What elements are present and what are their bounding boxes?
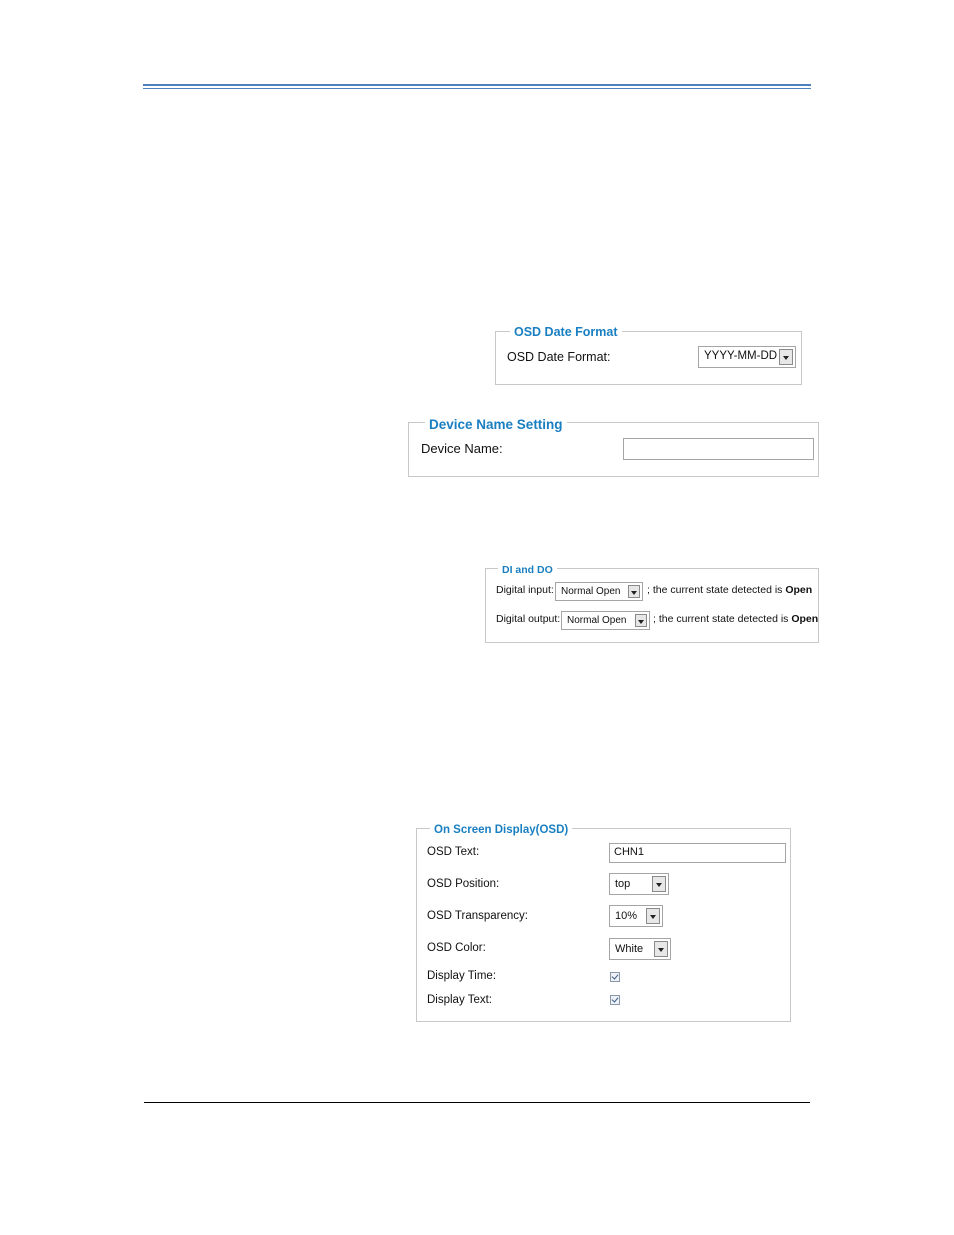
header-rule-thick	[143, 84, 811, 86]
chevron-down-icon[interactable]	[635, 614, 647, 627]
header-rule-thin	[143, 88, 811, 89]
osd-date-format-select[interactable]: YYYY-MM-DD	[698, 346, 796, 368]
device-name-input[interactable]	[623, 438, 814, 460]
osd-text-input[interactable]: CHN1	[609, 843, 786, 863]
digital-output-state-text: ; the current state detected is Open	[653, 613, 818, 625]
display-text-label: Display Text:	[427, 994, 492, 1006]
digital-input-value: Normal Open	[561, 586, 621, 597]
digital-input-state-text: ; the current state detected is Open	[647, 584, 812, 596]
osd-text-label: OSD Text:	[427, 846, 480, 858]
osd-date-format-value: YYYY-MM-DD	[704, 350, 778, 362]
device-name-label: Device Name:	[421, 441, 503, 456]
osd-position-select[interactable]: top	[609, 873, 669, 895]
display-time-label: Display Time:	[427, 970, 497, 982]
chevron-down-icon[interactable]	[654, 941, 668, 957]
digital-input-label: Digital input:	[496, 584, 554, 596]
di-do-panel: DI and DO Digital input: Normal Open ; t…	[485, 564, 819, 643]
osd-position-label: OSD Position:	[427, 878, 500, 890]
osd-position-value: top	[615, 878, 631, 890]
digital-output-state-prefix: ; the current state detected is	[653, 613, 789, 625]
osd-transparency-label: OSD Transparency:	[427, 910, 528, 922]
footer-rule	[144, 1102, 810, 1103]
osd-transparency-select[interactable]: 10%	[609, 905, 663, 927]
osd-legend: On Screen Display(OSD)	[430, 824, 573, 836]
osd-date-format-panel: OSD Date Format OSD Date Format: YYYY-MM…	[495, 325, 802, 385]
osd-date-format-label: OSD Date Format:	[507, 350, 611, 364]
di-do-legend: DI and DO	[498, 564, 557, 576]
digital-input-state: Open	[785, 584, 813, 596]
chevron-down-icon[interactable]	[652, 876, 666, 892]
display-time-checkbox[interactable]	[610, 972, 620, 982]
digital-output-label: Digital output:	[496, 613, 561, 625]
osd-color-select[interactable]: White	[609, 938, 671, 960]
digital-output-value: Normal Open	[567, 615, 627, 626]
chevron-down-icon[interactable]	[628, 585, 640, 598]
osd-text-value: CHN1	[614, 846, 644, 858]
osd-panel: On Screen Display(OSD) OSD Text: CHN1 OS…	[416, 824, 791, 1022]
osd-color-value: White	[615, 943, 644, 955]
chevron-down-icon[interactable]	[779, 349, 793, 365]
digital-output-state: Open	[791, 613, 819, 625]
chevron-down-icon[interactable]	[646, 908, 660, 924]
osd-transparency-value: 10%	[615, 910, 638, 922]
osd-date-format-legend: OSD Date Format	[510, 325, 622, 339]
digital-input-state-prefix: ; the current state detected is	[647, 584, 783, 596]
device-name-panel: Device Name Setting Device Name:	[408, 417, 819, 477]
device-name-legend: Device Name Setting	[425, 417, 567, 432]
digital-input-select[interactable]: Normal Open	[555, 582, 643, 601]
display-text-checkbox[interactable]	[610, 995, 620, 1005]
osd-color-label: OSD Color:	[427, 942, 486, 954]
digital-output-select[interactable]: Normal Open	[561, 611, 650, 630]
